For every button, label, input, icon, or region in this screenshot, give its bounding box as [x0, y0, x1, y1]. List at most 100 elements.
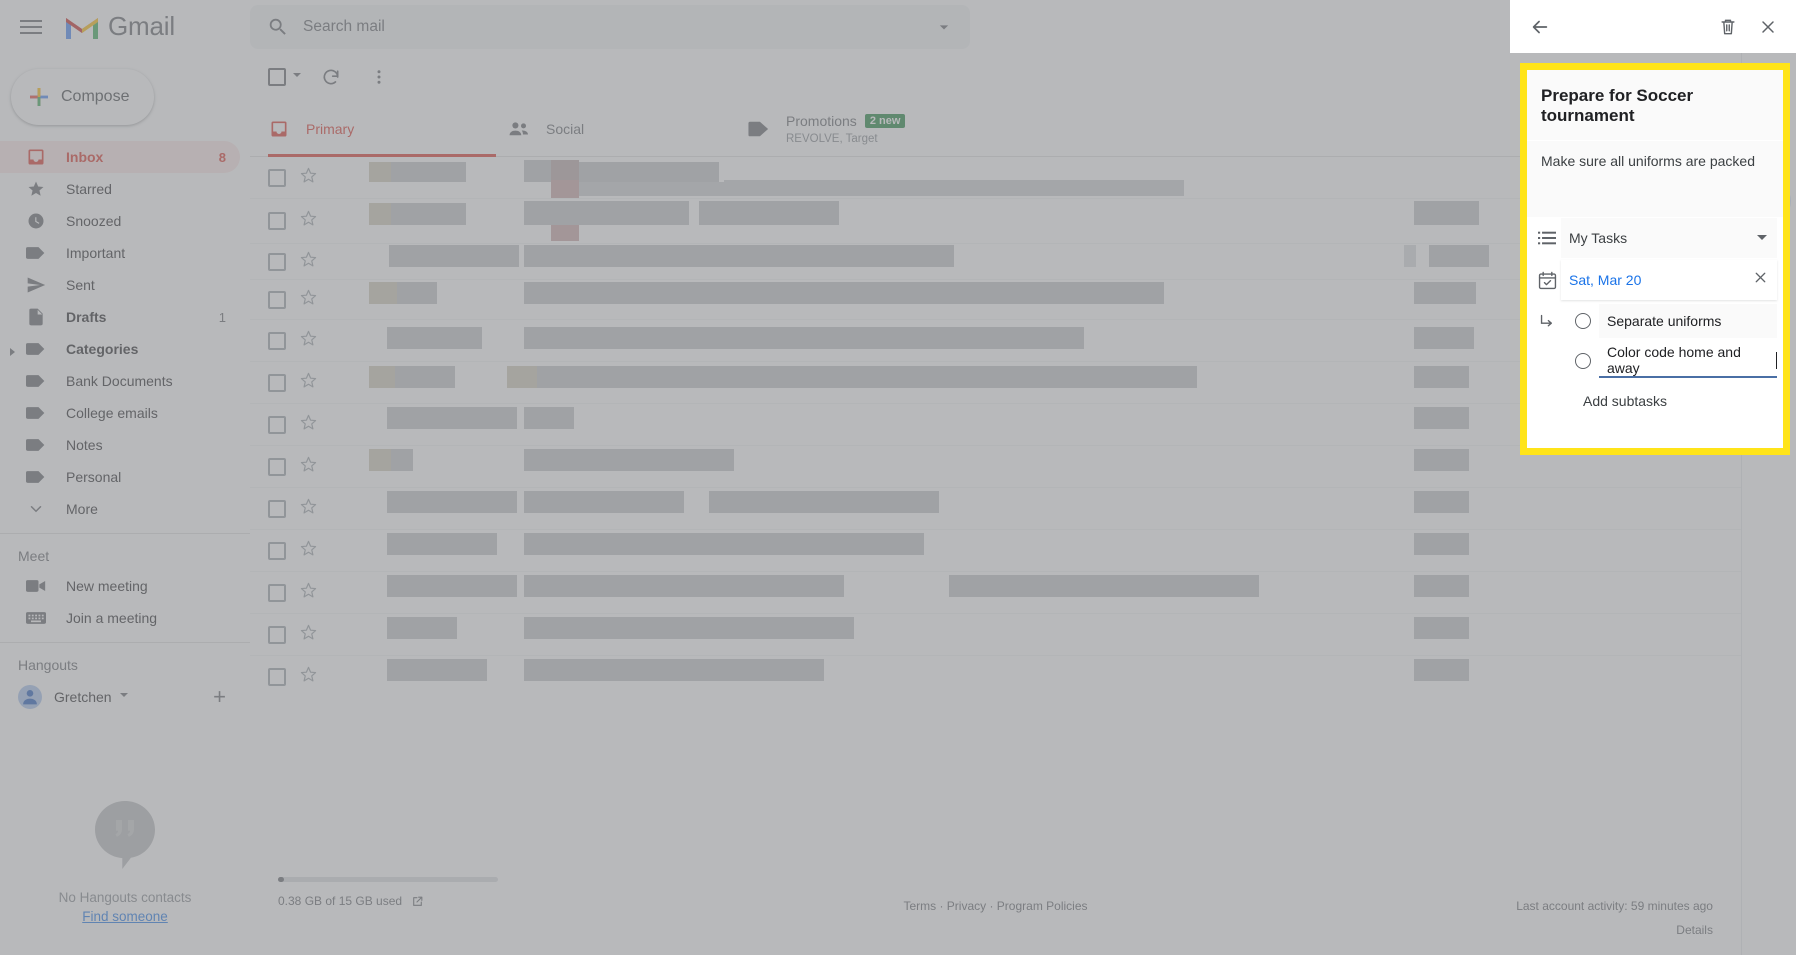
star-outline-icon[interactable] [300, 540, 317, 562]
details-link[interactable]: Details [1239, 923, 1713, 937]
sidebar-item-categories[interactable]: Categories [0, 333, 240, 365]
storage-bar [278, 877, 498, 882]
subtask-complete-radio[interactable] [1575, 353, 1591, 369]
checkbox-icon[interactable] [268, 415, 286, 434]
table-row[interactable] [250, 614, 1741, 656]
table-row[interactable] [250, 488, 1741, 530]
checkbox-icon[interactable] [268, 625, 286, 644]
checkbox-icon[interactable] [268, 212, 286, 230]
sidebar-item-snoozed[interactable]: Snoozed [0, 205, 240, 237]
table-row[interactable] [250, 446, 1741, 488]
promotions-new-badge: 2 new [864, 113, 906, 128]
star-outline-icon[interactable] [300, 251, 317, 273]
expand-arrow-icon[interactable] [7, 344, 17, 356]
open-in-new-icon[interactable] [411, 895, 424, 911]
sidebar-item-important[interactable]: Important [0, 237, 240, 269]
star-outline-icon[interactable] [300, 372, 317, 394]
sidebar-item-personal[interactable]: Personal [0, 461, 240, 493]
checkbox-icon[interactable] [268, 457, 286, 476]
subtask-input[interactable]: Color code home and away [1599, 344, 1777, 378]
star-outline-icon[interactable] [300, 582, 317, 604]
star-outline-icon[interactable] [300, 289, 317, 311]
tab-promotions[interactable]: Promotions 2 new REVOLVE, Target [748, 101, 988, 156]
checkbox-icon[interactable] [268, 168, 286, 187]
find-someone-link[interactable]: Find someone [82, 909, 168, 924]
sidebar-item-label: Starred [66, 181, 112, 197]
star-outline-icon[interactable] [300, 624, 317, 646]
star-outline-icon[interactable] [300, 167, 317, 189]
sidebar-item-college-emails[interactable]: College emails [0, 397, 240, 429]
sidebar-item-label: Categories [66, 341, 139, 357]
table-row[interactable] [250, 157, 1741, 199]
task-due-date-field[interactable]: Sat, Mar 20 [1561, 260, 1777, 300]
caret-down-icon[interactable] [118, 688, 130, 706]
trash-icon[interactable] [1708, 7, 1748, 47]
select-all-checkbox[interactable] [268, 68, 303, 86]
sidebar-item-drafts[interactable]: Drafts 1 [0, 301, 240, 333]
sidebar-item-inbox[interactable]: Inbox 8 [0, 141, 240, 173]
table-row[interactable] [250, 572, 1741, 614]
checkbox-icon[interactable] [268, 583, 286, 602]
star-outline-icon[interactable] [300, 330, 317, 352]
tab-social[interactable]: Social [508, 101, 748, 156]
subtask-label[interactable]: Separate uniforms [1599, 304, 1777, 338]
table-row[interactable] [250, 320, 1741, 362]
checkbox-icon[interactable] [268, 373, 286, 392]
checkbox-icon[interactable] [268, 541, 286, 560]
hangouts-empty-state: No Hangouts contacts Find someone [0, 799, 250, 924]
footer-links[interactable]: Terms · Privacy · Program Policies [752, 877, 1240, 913]
hangouts-user[interactable]: Gretchen + [0, 679, 250, 715]
subtask-complete-radio[interactable] [1575, 313, 1591, 329]
sidebar-item-notes[interactable]: Notes [0, 429, 240, 461]
star-outline-icon[interactable] [300, 498, 317, 520]
search-input[interactable] [303, 18, 924, 36]
table-row[interactable] [250, 199, 1741, 244]
checkbox-icon[interactable] [268, 668, 286, 686]
checkbox-icon[interactable] [268, 252, 286, 271]
sidebar-item-label: College emails [66, 405, 158, 421]
tab-primary[interactable]: Primary [268, 101, 508, 157]
table-row[interactable] [250, 530, 1741, 572]
star-outline-icon[interactable] [300, 414, 317, 436]
sidebar-item-new-meeting[interactable]: New meeting [0, 570, 240, 602]
task-list-selector[interactable]: My Tasks [1561, 218, 1777, 258]
checkbox-icon[interactable] [268, 290, 286, 309]
table-row[interactable] [250, 362, 1741, 404]
star-outline-icon[interactable] [300, 456, 317, 478]
add-subtasks-button[interactable]: Add subtasks [1527, 381, 1783, 409]
label-tag-icon [26, 403, 46, 423]
hangouts-add-plus-icon[interactable]: + [213, 686, 226, 708]
tab-label: Social [546, 120, 585, 137]
table-row[interactable] [250, 244, 1741, 280]
more-vertical-icon[interactable] [359, 57, 399, 97]
table-row[interactable] [250, 404, 1741, 446]
select-caret-down-icon[interactable] [291, 68, 303, 86]
sidebar-item-more[interactable]: More [0, 493, 240, 525]
sidebar-item-sent[interactable]: Sent [0, 269, 240, 301]
task-title[interactable]: Prepare for Soccer tournament [1527, 70, 1783, 140]
refresh-button[interactable] [311, 57, 351, 97]
search-options-chevron-down-icon[interactable] [924, 7, 964, 47]
label-tag-icon [26, 435, 46, 455]
back-arrow-icon[interactable] [1520, 7, 1560, 47]
list-lines-icon [1533, 230, 1561, 246]
sidebar-item-join-meeting[interactable]: Join a meeting [0, 602, 240, 634]
table-row[interactable] [250, 656, 1741, 698]
gmail-logo-icon[interactable]: Gmail [64, 11, 175, 42]
clear-date-close-icon[interactable] [1752, 269, 1769, 291]
hamburger-menu-icon[interactable] [17, 13, 45, 41]
star-outline-icon[interactable] [300, 210, 317, 232]
sidebar-item-bank-documents[interactable]: Bank Documents [0, 365, 240, 397]
task-description[interactable]: Make sure all uniforms are packed [1527, 140, 1783, 217]
star-outline-icon[interactable] [300, 666, 317, 688]
keyboard-icon [26, 608, 46, 628]
sidebar-item-starred[interactable]: Starred [0, 173, 240, 205]
checkbox-icon[interactable] [268, 499, 286, 518]
hangouts-empty-text: No Hangouts contacts [58, 890, 192, 905]
close-icon[interactable] [1748, 7, 1788, 47]
search-bar[interactable] [250, 5, 970, 49]
checkbox-icon[interactable] [268, 331, 286, 350]
compose-button[interactable]: Compose [11, 69, 154, 125]
table-row[interactable] [250, 280, 1741, 320]
subtask-row: Separate uniforms [1527, 301, 1783, 341]
